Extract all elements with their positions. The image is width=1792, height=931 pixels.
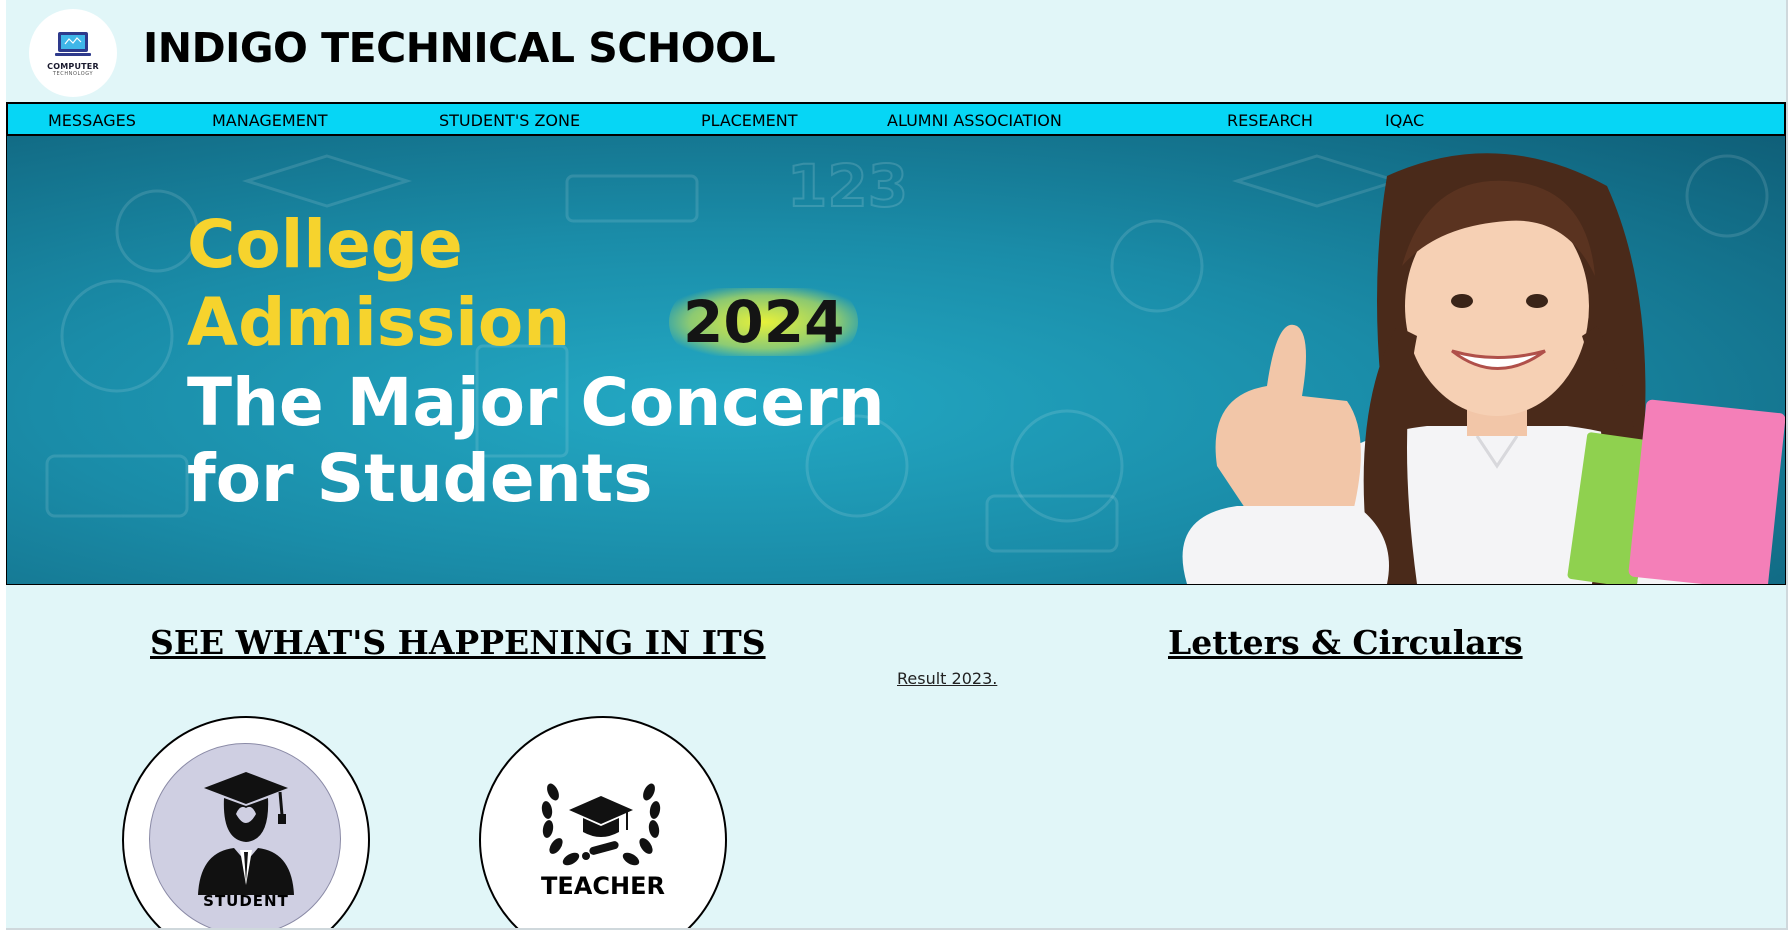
nav-item-placement[interactable]: PLACEMENT bbox=[701, 111, 798, 130]
school-logo[interactable]: COMPUTER TECHNOLOGY bbox=[29, 9, 117, 97]
banner-line-college: College bbox=[187, 206, 463, 283]
student-label: STUDENT bbox=[203, 892, 289, 910]
teacher-card[interactable]: TEACHER bbox=[479, 716, 727, 928]
laurel-graduation-cap-icon bbox=[541, 783, 661, 866]
student-card[interactable]: STUDENT bbox=[122, 716, 370, 928]
admission-banner[interactable]: 123 College Admission 2024 The Major Con… bbox=[6, 135, 1786, 585]
logo-text: COMPUTER bbox=[47, 61, 99, 71]
nav-item-messages[interactable]: MESSAGES bbox=[48, 111, 136, 130]
happening-heading: SEE WHAT'S HAPPENING IN ITS bbox=[150, 623, 766, 662]
nav-item-iqac[interactable]: IQAC bbox=[1385, 111, 1424, 130]
logo-subtext: TECHNOLOGY bbox=[52, 70, 94, 77]
graduate-student-icon bbox=[198, 772, 294, 895]
banner-line-admission: Admission bbox=[187, 284, 571, 361]
result-2023-link[interactable]: Result 2023. bbox=[897, 669, 997, 688]
main-nav: MESSAGES MANAGEMENT STUDENT'S ZONE PLACE… bbox=[6, 102, 1786, 136]
nav-item-management[interactable]: MANAGEMENT bbox=[212, 111, 328, 130]
computer-logo-icon bbox=[55, 31, 91, 56]
banner-year: 2024 bbox=[669, 288, 859, 356]
letters-circulars-heading: Letters & Circulars bbox=[1168, 623, 1523, 662]
banner-line-major-concern: The Major Concern bbox=[187, 364, 885, 441]
nav-item-research[interactable]: RESEARCH bbox=[1227, 111, 1313, 130]
nav-item-alumni-association[interactable]: ALUMNI ASSOCIATION bbox=[887, 111, 1062, 130]
page: COMPUTER TECHNOLOGY INDIGO TECHNICAL SCH… bbox=[6, 0, 1788, 930]
girl-thumbs-up-image bbox=[1182, 153, 1785, 584]
teacher-label: TEACHER bbox=[541, 872, 665, 900]
site-title: INDIGO TECHNICAL SCHOOL bbox=[143, 24, 776, 72]
nav-item-students-zone[interactable]: STUDENT'S ZONE bbox=[439, 111, 580, 130]
banner-line-for-students: for Students bbox=[187, 440, 653, 517]
banner-doodle-number: 123 bbox=[787, 152, 908, 220]
